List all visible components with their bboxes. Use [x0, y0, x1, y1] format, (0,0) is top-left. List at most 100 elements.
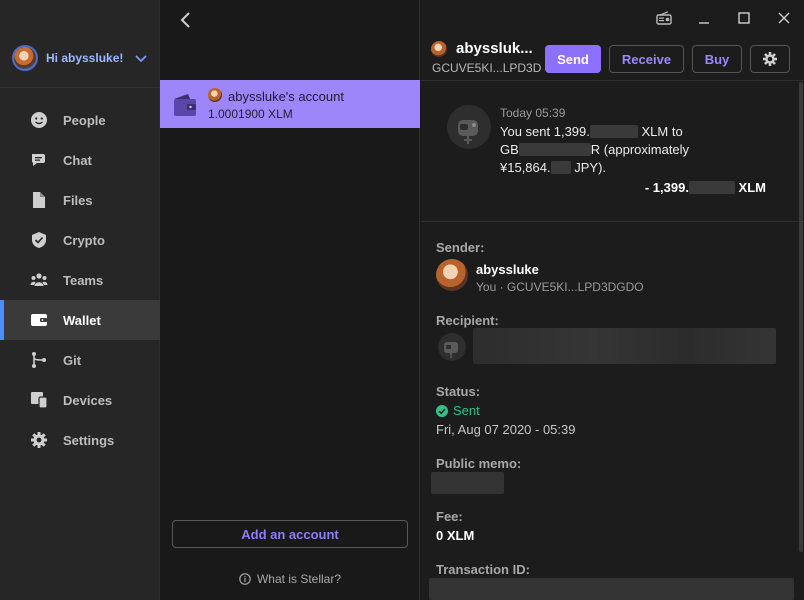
add-account-button[interactable]: Add an account	[172, 520, 408, 548]
transaction-time: Today 05:39	[500, 106, 566, 120]
user-menu[interactable]: Hi abyssluke!	[0, 38, 160, 78]
redacted-address	[518, 143, 591, 156]
recipient-label: Recipient:	[436, 313, 499, 328]
buy-button[interactable]: Buy	[692, 45, 742, 73]
sidebar-item-teams[interactable]: Teams	[0, 260, 160, 300]
radio-icon	[656, 11, 672, 25]
header-divider	[421, 80, 804, 81]
summary-divider	[421, 221, 804, 222]
minimize-button[interactable]	[684, 6, 724, 30]
transaction-detail-panel: abyssluk... GCUVE5KI...LPD3D Send Receiv…	[421, 0, 804, 600]
people-icon	[30, 111, 48, 129]
desc-part: R (approximately	[590, 142, 690, 157]
scrollbar[interactable]	[799, 82, 803, 552]
amount-suffix: XLM	[734, 180, 766, 195]
sidebar-item-git[interactable]: Git	[0, 340, 160, 380]
sidebar-nav: Hi abyssluke! People Chat Files Crypto T…	[0, 0, 160, 600]
chat-icon	[30, 151, 48, 169]
sidebar-item-label: Files	[63, 192, 93, 208]
account-avatar	[208, 88, 222, 102]
radio-button[interactable]	[644, 6, 684, 30]
back-arrow-icon[interactable]	[176, 10, 196, 30]
devices-icon	[30, 391, 48, 409]
check-circle-icon	[436, 404, 448, 417]
window-controls	[644, 6, 804, 30]
desc-part: You sent 1,399.	[500, 124, 590, 139]
what-is-stellar-link[interactable]: What is Stellar?	[160, 572, 420, 586]
sidebar-item-wallet[interactable]: Wallet	[0, 300, 160, 340]
sidebar-item-files[interactable]: Files	[0, 180, 160, 220]
memo-label: Public memo:	[436, 456, 522, 471]
stellar-rocket-icon	[438, 333, 466, 361]
header-account-name: abyssluk...	[456, 40, 533, 57]
minimize-icon	[699, 22, 709, 24]
redacted-recipient	[473, 328, 776, 364]
files-icon	[30, 191, 48, 209]
maximize-icon	[738, 12, 750, 24]
redacted-amount	[688, 181, 735, 194]
nav-list: People Chat Files Crypto Teams Wallet Gi…	[0, 100, 160, 460]
account-row-selected[interactable]: abyssluke's account 1.0001900 XLM	[160, 80, 420, 128]
close-icon	[778, 12, 790, 24]
status-value: Sent	[453, 403, 480, 418]
wallet-icon	[30, 311, 48, 329]
nav-divider	[0, 87, 160, 88]
account-settings-button[interactable]	[750, 45, 790, 73]
sidebar-item-label: Devices	[63, 392, 113, 408]
crypto-shield-icon	[30, 231, 48, 249]
account-name: abyssluke's account	[228, 89, 344, 104]
sender-address: You · GCUVE5KI...LPD3DGDO	[476, 280, 644, 294]
redacted-transaction-id	[429, 578, 794, 600]
sidebar-item-people[interactable]: People	[0, 100, 160, 140]
teams-icon	[30, 271, 48, 289]
account-balance: 1.0001900 XLM	[208, 107, 293, 121]
gear-icon	[763, 52, 777, 66]
desc-part: GB	[500, 142, 519, 157]
sidebar-item-label: Wallet	[63, 312, 101, 328]
send-button[interactable]: Send	[545, 45, 601, 73]
close-button[interactable]	[764, 6, 804, 30]
redacted-fiat	[550, 161, 571, 174]
status-label: Status:	[436, 384, 481, 399]
desc-part: ¥15,864.	[500, 160, 551, 175]
sidebar-item-label: Settings	[63, 432, 115, 448]
redacted-amount	[589, 125, 638, 138]
sender-avatar	[436, 259, 468, 291]
wallet-icon	[174, 94, 196, 116]
git-icon	[30, 351, 48, 369]
stellar-rocket-icon	[447, 105, 491, 149]
info-icon	[239, 573, 251, 585]
sidebar-item-label: Git	[63, 352, 82, 368]
sender-label: Sender:	[436, 240, 485, 255]
status-date: Fri, Aug 07 2020 - 05:39	[436, 422, 576, 437]
redacted-memo	[431, 472, 504, 494]
desc-part: XLM to	[637, 124, 683, 139]
sidebar-item-label: Crypto	[63, 232, 105, 248]
what-is-stellar-label: What is Stellar?	[256, 572, 342, 586]
transaction-description: You sent 1,399. XLM to GB R (approximatel…	[500, 123, 730, 177]
fee-label: Fee:	[436, 509, 463, 524]
user-avatar	[12, 45, 38, 71]
fee-value: 0 XLM	[436, 528, 475, 543]
transaction-amount: - 1,399. XLM	[645, 180, 766, 195]
sidebar-item-settings[interactable]: Settings	[0, 420, 160, 460]
header-avatar	[431, 41, 447, 57]
sidebar-item-crypto[interactable]: Crypto	[0, 220, 160, 260]
receive-button[interactable]: Receive	[609, 45, 684, 73]
gear-icon	[30, 431, 48, 449]
sidebar-item-label: Chat	[63, 152, 92, 168]
header-account-address: GCUVE5KI...LPD3D	[432, 61, 542, 75]
amount-prefix: - 1,399.	[644, 180, 689, 195]
status-sent: Sent	[436, 403, 480, 418]
desc-part: JPY).	[570, 160, 607, 175]
sender-name: abyssluke	[476, 262, 539, 277]
sidebar-item-devices[interactable]: Devices	[0, 380, 160, 420]
chevron-down-icon	[135, 55, 147, 63]
maximize-button[interactable]	[724, 6, 764, 30]
accounts-panel: abyssluke's account 1.0001900 XLM Add an…	[160, 0, 420, 600]
sidebar-item-label: Teams	[63, 272, 104, 288]
sidebar-item-label: People	[63, 112, 106, 128]
transaction-id-label: Transaction ID:	[436, 562, 530, 577]
user-greeting: Hi abyssluke!	[46, 51, 124, 65]
sidebar-item-chat[interactable]: Chat	[0, 140, 160, 180]
